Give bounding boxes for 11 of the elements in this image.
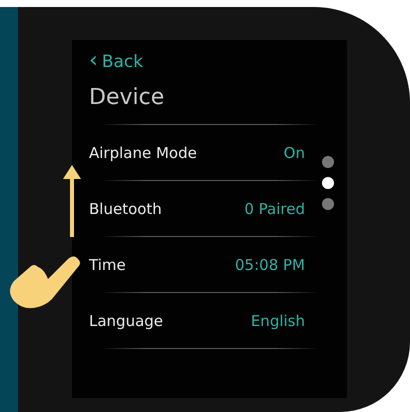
setting-label[interactable]: Language xyxy=(89,312,164,330)
screen-title: Device xyxy=(89,84,166,112)
setting-value: 05:08 PM xyxy=(235,256,305,274)
setting-value: English xyxy=(250,312,305,330)
up-arrow-icon xyxy=(63,165,81,237)
setting-value: On xyxy=(284,144,305,162)
setting-value: 0 Paired xyxy=(244,200,305,218)
setting-label[interactable]: Time xyxy=(89,256,126,274)
setting-label[interactable]: Bluetooth xyxy=(89,200,162,218)
back-button[interactable]: ‹ Back xyxy=(89,50,144,74)
setting-label[interactable]: Airplane Mode xyxy=(89,144,197,162)
